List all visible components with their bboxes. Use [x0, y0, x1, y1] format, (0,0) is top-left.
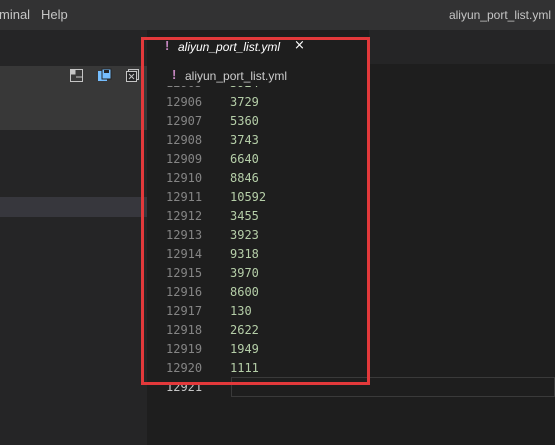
- highlight-box: [141, 37, 370, 385]
- window-title: aliyun_port_list.yml: [448, 8, 551, 22]
- menu-bar: minal Help aliyun_port_list.yml: [0, 0, 555, 30]
- save-all-icon[interactable]: [97, 68, 112, 83]
- sidebar: [0, 30, 147, 445]
- new-file-icon[interactable]: [69, 68, 84, 83]
- menu-help[interactable]: Help: [41, 7, 68, 22]
- sidebar-selected-item[interactable]: [0, 197, 147, 217]
- menu-terminal[interactable]: minal: [0, 7, 30, 22]
- close-all-icon[interactable]: [125, 68, 140, 83]
